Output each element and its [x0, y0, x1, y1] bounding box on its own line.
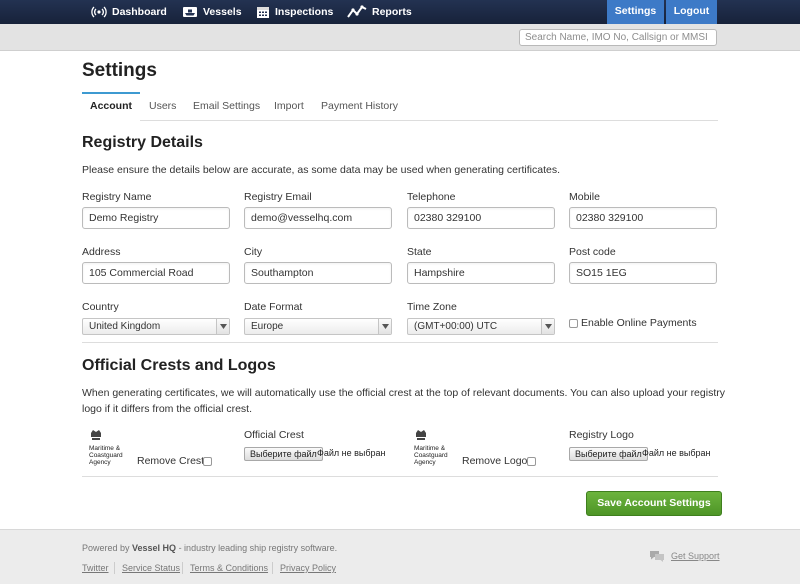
powered-prefix: Powered by	[82, 543, 133, 553]
nav-inspections[interactable]: Inspections	[256, 0, 333, 24]
country-label: Country	[82, 301, 119, 313]
registry-logo-file-button[interactable]: Выберите файл	[569, 447, 648, 461]
crest-text-3: Agency	[89, 459, 111, 466]
powered-by-text: Powered by Vessel HQ - industry leading …	[82, 543, 337, 553]
address-field[interactable]	[82, 262, 230, 284]
calendar-icon	[257, 7, 269, 18]
footer-link-terms[interactable]: Terms & Conditions	[190, 563, 268, 573]
chart-line-icon	[347, 5, 367, 18]
signal-icon	[91, 6, 107, 18]
remove-crest-checkbox[interactable]	[203, 457, 212, 466]
section-divider	[82, 476, 718, 477]
registry-logo-file-status: Файл не выбран	[642, 448, 711, 458]
date-format-select[interactable]: Europe	[244, 318, 392, 335]
footer: Powered by Vessel HQ - industry leading …	[0, 529, 800, 584]
registry-name-label: Registry Name	[82, 191, 152, 203]
remove-logo-label: Remove Logo	[462, 455, 528, 467]
registry-email-field[interactable]	[244, 207, 392, 229]
get-support-label: Get Support	[671, 551, 720, 561]
powered-suffix: - industry leading ship registry softwar…	[176, 543, 338, 553]
nav-logout[interactable]: Logout	[666, 0, 717, 24]
city-label: City	[244, 246, 263, 258]
page-title: Settings	[82, 60, 157, 81]
footer-link-service-status[interactable]: Service Status	[122, 563, 180, 573]
time-zone-select-value: (GMT+00:00) UTC	[414, 321, 498, 332]
state-field[interactable]	[407, 262, 555, 284]
crest-text-1: Maritime &	[89, 445, 121, 452]
section-divider	[82, 342, 718, 343]
official-crest-file-button[interactable]: Выберите файл	[244, 447, 323, 461]
telephone-field[interactable]	[407, 207, 555, 229]
mobile-field[interactable]	[569, 207, 717, 229]
online-payments-checkbox[interactable]	[569, 319, 578, 328]
powered-brand: Vessel HQ	[132, 543, 177, 553]
official-crest-file-status: Файл не выбран	[317, 448, 386, 458]
state-label: State	[407, 246, 432, 258]
logo-text-1: Maritime &	[414, 445, 446, 452]
tab-email-settings[interactable]: Email Settings	[193, 92, 260, 120]
registry-name-field[interactable]	[82, 207, 230, 229]
nav-vessels-label: Vessels	[203, 6, 242, 18]
crests-heading: Official Crests and Logos	[82, 357, 276, 374]
footer-separator	[114, 562, 115, 574]
footer-link-privacy[interactable]: Privacy Policy	[280, 563, 336, 573]
date-format-label: Date Format	[244, 301, 303, 313]
address-label: Address	[82, 246, 121, 258]
time-zone-select[interactable]: (GMT+00:00) UTC	[407, 318, 555, 335]
logo-text-3: Agency	[414, 459, 436, 466]
online-payments-label: Enable Online Payments	[581, 317, 697, 329]
logo-image: Maritime & Coastguard Agency	[414, 428, 460, 466]
top-navbar: Dashboard Vessels Inspections Reports Se…	[0, 0, 800, 24]
crown-crest-icon	[416, 430, 426, 440]
nav-settings[interactable]: Settings	[607, 0, 664, 24]
city-field[interactable]	[244, 262, 392, 284]
crests-intro-line1: When generating certificates, we will au…	[82, 387, 725, 399]
mobile-label: Mobile	[569, 191, 600, 203]
nav-reports-label: Reports	[372, 6, 412, 18]
tab-payment-history[interactable]: Payment History	[321, 92, 398, 120]
tab-users[interactable]: Users	[149, 92, 176, 120]
telephone-label: Telephone	[407, 191, 456, 203]
crown-crest-icon	[91, 430, 101, 440]
registry-intro-text: Please ensure the details below are accu…	[82, 164, 561, 176]
nav-inspections-label: Inspections	[275, 6, 334, 18]
registry-logo-label: Registry Logo	[569, 429, 634, 441]
country-select[interactable]: United Kingdom	[82, 318, 230, 335]
crest-text-2: Coastguard	[89, 452, 123, 459]
date-format-select-value: Europe	[251, 321, 284, 332]
time-zone-label: Time Zone	[407, 301, 457, 313]
registry-email-label: Registry Email	[244, 191, 312, 203]
chat-bubbles-icon	[650, 551, 664, 562]
tab-import[interactable]: Import	[274, 92, 304, 120]
get-support-link[interactable]: Get Support	[649, 550, 720, 562]
remove-logo-checkbox[interactable]	[527, 457, 536, 466]
logo-text-2: Coastguard	[414, 452, 448, 459]
nav-dashboard[interactable]: Dashboard	[91, 0, 167, 24]
footer-separator	[272, 562, 273, 574]
ship-icon	[183, 7, 197, 17]
nav-vessels[interactable]: Vessels	[182, 0, 242, 24]
chevron-down-icon	[541, 319, 554, 334]
remove-crest-label: Remove Crest	[137, 455, 205, 467]
search-input[interactable]	[519, 29, 717, 46]
chevron-down-icon	[378, 319, 391, 334]
chevron-down-icon	[216, 319, 229, 334]
nav-reports[interactable]: Reports	[347, 0, 412, 24]
crests-intro-line2: logo if it differs from the official cre…	[82, 403, 253, 415]
footer-separator	[182, 562, 183, 574]
nav-dashboard-label: Dashboard	[112, 6, 167, 18]
tab-account[interactable]: Account	[82, 92, 140, 121]
postcode-label: Post code	[569, 246, 616, 258]
crest-image: Maritime & Coastguard Agency	[89, 428, 135, 466]
country-select-value: United Kingdom	[89, 321, 161, 332]
postcode-field[interactable]	[569, 262, 717, 284]
search-bar-strip	[0, 24, 800, 51]
save-account-settings-button[interactable]: Save Account Settings	[586, 491, 722, 516]
registry-details-heading: Registry Details	[82, 134, 203, 151]
official-crest-label: Official Crest	[244, 429, 304, 441]
footer-link-twitter[interactable]: Twitter	[82, 563, 109, 573]
settings-tabs: Account Users Email Settings Import Paym…	[82, 92, 718, 121]
